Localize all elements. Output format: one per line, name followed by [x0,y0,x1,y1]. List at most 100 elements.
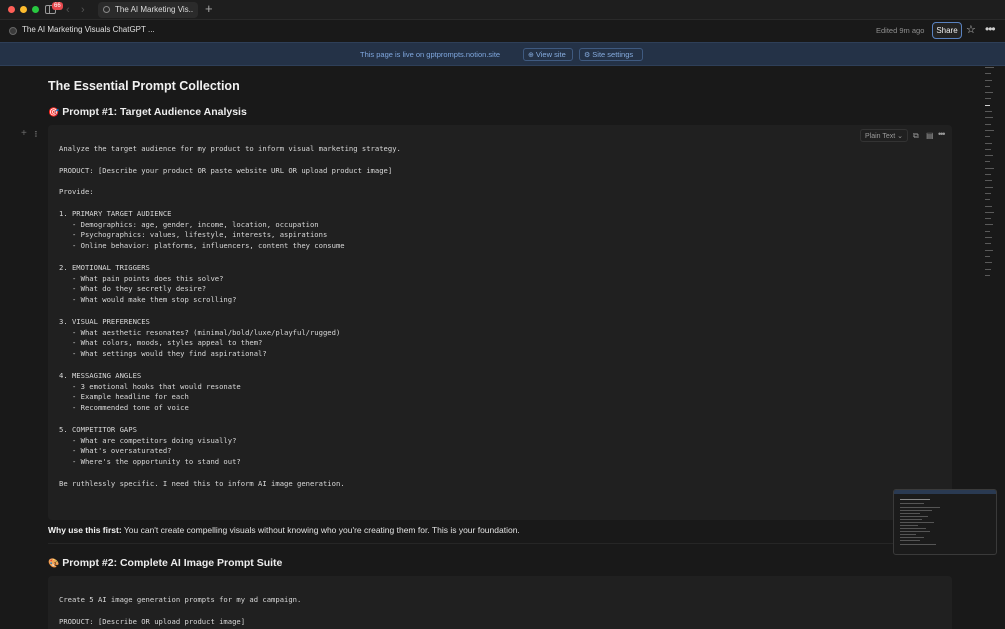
toc-tick[interactable] [985,79,992,81]
code-language-selector[interactable]: Plain Text ⌄ [860,129,909,142]
code-text[interactable]: Analyze the target audience for my produ… [59,144,401,490]
toc-tick[interactable] [985,230,990,232]
thumbnail-line [900,537,924,538]
toc-tick-active[interactable] [985,104,990,106]
thumbnail-line [900,540,920,541]
prompt-2-heading: 🎨 Prompt #2: Complete AI Image Prompt Sui… [48,557,282,569]
comment-icon[interactable]: ▤ [926,129,934,142]
target-emoji-icon: 🎯 [48,107,60,117]
new-tab-plus-icon[interactable]: + [205,1,213,17]
thumbnail-line [900,519,922,520]
browser-tab[interactable]: The AI Marketing Vis... [98,2,198,18]
toc-tick[interactable] [985,85,990,87]
thumbnail-line [900,528,926,529]
toc-tick[interactable] [985,224,993,226]
why-use-text: You can't create compelling visuals with… [121,525,520,535]
zoom-window-button[interactable] [32,6,39,13]
globe-icon: ⊕ [528,52,534,59]
thumbnail-line [900,507,940,508]
toc-tick[interactable] [985,274,990,276]
code-more-icon[interactable]: ••• [938,128,946,141]
toc-tick[interactable] [985,186,993,188]
breadcrumb[interactable]: The AI Marketing Visuals ChatGPT ... [22,25,155,34]
toc-tick[interactable] [985,129,994,131]
toc-tick[interactable] [985,174,991,176]
why-use-paragraph: Why use this first: You can't create com… [48,525,520,535]
site-settings-button[interactable]: ⚙ Site settings [579,48,643,61]
toc-tick[interactable] [985,243,991,245]
share-button[interactable]: Share [932,22,962,39]
toc-tick[interactable] [985,192,991,194]
thumbnail-banner [894,490,996,494]
toc-tick[interactable] [985,268,991,270]
toc-tick[interactable] [985,218,991,220]
add-block-icon[interactable]: + [21,128,27,140]
notion-topbar: The AI Marketing Visuals ChatGPT ... Edi… [0,20,1005,42]
close-window-button[interactable] [8,6,15,13]
thumbnail-line [900,516,928,517]
thumbnail-line [900,531,930,532]
toc-tick[interactable] [985,111,992,113]
thumbnail-line [900,525,918,526]
toc-tick[interactable] [985,255,990,257]
forward-arrow-icon[interactable]: › [81,3,85,17]
code-text[interactable]: Create 5 AI image generation prompts for… [59,595,301,627]
code-block-prompt-1[interactable]: Plain Text ⌄ ⧉ ▤ ••• Analyze the target … [48,125,952,520]
thumbnail-line [900,503,924,504]
thumbnail-line [900,513,920,514]
tab-title: The AI Marketing Vis... [115,5,193,14]
toc-tick[interactable] [985,262,992,264]
toc-tick[interactable] [985,92,993,94]
view-site-button[interactable]: ⊕ View site [523,48,573,61]
toc-tick[interactable] [985,211,994,213]
toc-tick[interactable] [985,73,991,75]
toc-tick[interactable] [985,67,994,68]
toc-tick[interactable] [985,199,990,201]
view-site-label: View site [535,50,566,59]
toc-tick[interactable] [985,148,991,150]
prompt-1-heading: 🎯 Prompt #1: Target Audience Analysis [48,106,247,118]
toc-tick[interactable] [985,205,992,207]
copy-icon[interactable]: ⧉ [913,129,919,142]
toc-tick[interactable] [985,117,993,119]
drag-handle-icon[interactable]: ⁝⁝ [34,128,37,140]
toc-tick[interactable] [985,136,990,138]
toc-tick[interactable] [985,123,991,125]
why-use-label: Why use this first: [48,525,122,535]
toc-tick[interactable] [985,142,992,144]
thumbnail-line [900,510,932,511]
toc-tick[interactable] [985,237,992,239]
palette-emoji-icon: 🎨 [48,558,60,568]
thumbnail-line [900,522,934,523]
code-block-prompt-2[interactable]: Create 5 AI image generation prompts for… [48,576,952,629]
toc-tick[interactable] [985,155,993,157]
minimize-window-button[interactable] [20,6,27,13]
page-title: The Essential Prompt Collection [48,79,240,93]
gear-icon: ⚙ [584,52,591,59]
prompt-2-heading-text: Prompt #2: Complete AI Image Prompt Suit… [62,557,283,569]
star-icon[interactable]: ☆ [966,23,976,37]
published-banner: This page is live on gptprompts.notion.s… [0,42,1005,66]
more-horizontal-icon[interactable]: ••• [985,21,996,37]
banner-text: This page is live on gptprompts.notion.s… [360,50,501,59]
prompt-1-heading-text: Prompt #1: Target Audience Analysis [62,106,247,118]
page-thumbnail-preview[interactable] [893,489,997,555]
toc-tick[interactable] [985,98,991,100]
toc-tick[interactable] [985,249,993,251]
page-content: The Essential Prompt Collection 🎯 Prompt … [0,66,1005,629]
table-of-contents-minimap[interactable] [985,67,995,281]
thumbnail-line [900,499,930,500]
page-icon [9,27,17,35]
thumbnail-line [900,534,916,535]
tab-count-badge: 66 [52,2,63,10]
toc-tick[interactable] [985,167,994,169]
code-language-label: Plain Text [865,133,896,140]
browser-tab-bar: 66 ‹ › The AI Marketing Vis... + [0,0,1005,20]
site-settings-label: Site settings [592,50,634,59]
back-arrow-icon[interactable]: ‹ [66,3,70,17]
toc-tick[interactable] [985,180,992,182]
notion-favicon-icon [103,6,110,13]
edited-timestamp: Edited 9m ago [876,26,925,35]
divider [48,543,952,544]
toc-tick[interactable] [985,161,990,163]
